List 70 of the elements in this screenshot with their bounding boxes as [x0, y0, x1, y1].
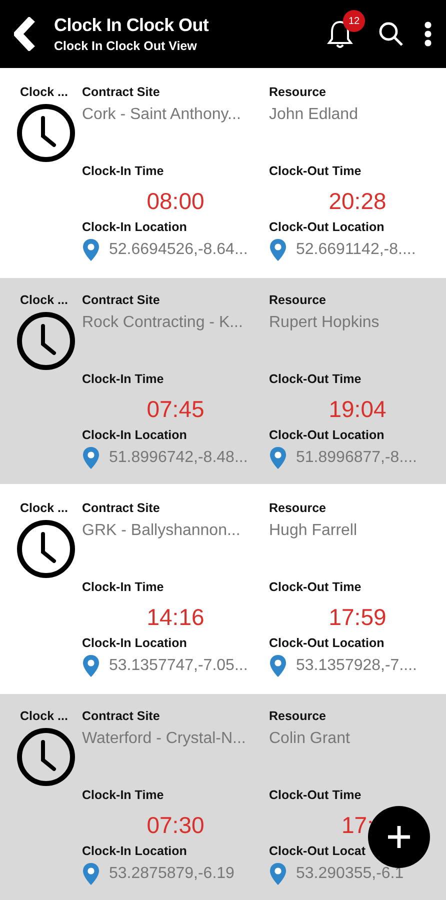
contract-site: Cork - Saint Anthony...: [82, 105, 241, 125]
location-pin-icon: [82, 238, 100, 262]
contract-site: GRK - Ballyshannon...: [82, 521, 240, 541]
clock-in-location: 53.1357747,-7.05...: [109, 656, 248, 676]
screen-title: Clock In Clock Out: [54, 15, 210, 36]
entry-label: Clock ...: [20, 84, 68, 100]
location-pin-icon: [269, 654, 287, 678]
field-label: Clock-Out Location: [269, 427, 384, 443]
field-label: Clock-In Time: [82, 579, 164, 595]
field-label: Contract Site: [82, 708, 160, 724]
field-label: Clock-In Location: [82, 219, 187, 235]
screen-subtitle: Clock In Clock Out View: [54, 39, 198, 53]
field-label: Resource: [269, 500, 326, 516]
field-label: Clock-Out Time: [269, 579, 362, 595]
clock-icon: [16, 103, 76, 163]
field-label: Clock-Out Location: [269, 635, 384, 651]
clock-entry-card[interactable]: Clock ... Contract Site Rock Contracting - K... Clock-In Time 07:45 Clock-In Location 51.8996742,-8.48... Resource Rupert Hopkins Clock-Out Time 19:04 Clock-Out Location 51.8996877,-8....: [0, 278, 446, 484]
location-pin-icon: [269, 446, 287, 470]
location-pin-icon: [82, 654, 100, 678]
field-label: Clock-Out Time: [269, 787, 362, 803]
resource-name: Rupert Hopkins: [269, 313, 380, 333]
field-label: Clock-Out Locat: [269, 843, 366, 859]
field-label: Clock-In Time: [82, 371, 164, 387]
field-label: Clock-In Location: [82, 635, 187, 651]
contract-site: Waterford - Crystal-N...: [82, 729, 246, 749]
field-label: Contract Site: [82, 500, 160, 516]
clock-out-location: 53.290355,-6.1: [296, 864, 404, 884]
clock-icon: [16, 311, 76, 371]
field-label: Clock-In Location: [82, 427, 187, 443]
location-pin-icon: [269, 238, 287, 262]
resource-name: John Edland: [269, 105, 358, 125]
clock-icon: [16, 519, 76, 579]
contract-site: Rock Contracting - K...: [82, 313, 243, 333]
clock-in-location: 51.8996742,-8.48...: [109, 448, 248, 468]
clock-in-time: 08:00: [146, 187, 204, 215]
location-pin-icon: [269, 862, 287, 886]
field-label: Clock-In Time: [82, 163, 164, 179]
location-pin-icon: [82, 446, 100, 470]
search-icon[interactable]: [378, 21, 404, 47]
clock-out-location: 51.8996877,-8....: [296, 448, 417, 468]
resource-name: Colin Grant: [269, 729, 350, 749]
field-label: Clock-Out Time: [269, 163, 362, 179]
clock-out-location: 53.1357928,-7....: [296, 656, 417, 676]
menu-icon[interactable]: [424, 21, 432, 47]
field-label: Resource: [269, 708, 326, 724]
clock-icon: [16, 727, 76, 787]
entry-label: Clock ...: [20, 292, 68, 308]
clock-in-location: 53.2875879,-6.19: [109, 864, 234, 884]
clock-in-time: 07:30: [146, 811, 204, 839]
field-label: Clock-Out Location: [269, 219, 384, 235]
entry-label: Clock ...: [20, 500, 68, 516]
clock-out-time: 19:04: [328, 395, 386, 423]
notification-count: 12: [343, 10, 365, 32]
clock-in-location: 52.6694526,-8.64...: [109, 240, 248, 260]
clock-in-time: 07:45: [146, 395, 204, 423]
field-label: Contract Site: [82, 84, 160, 100]
field-label: Clock-In Location: [82, 843, 187, 859]
clock-out-location: 52.6691142,-8....: [296, 240, 416, 260]
location-pin-icon: [82, 862, 100, 886]
clock-out-time: 17:59: [328, 603, 386, 631]
clock-in-time: 14:16: [146, 603, 204, 631]
plus-icon: [387, 825, 411, 849]
field-label: Clock-Out Time: [269, 371, 362, 387]
field-label: Resource: [269, 292, 326, 308]
field-label: Contract Site: [82, 292, 160, 308]
clock-out-time: 20:28: [328, 187, 386, 215]
field-label: Clock-In Time: [82, 787, 164, 803]
field-label: Resource: [269, 84, 326, 100]
entry-label: Clock ...: [20, 708, 68, 724]
resource-name: Hugh Farrell: [269, 521, 358, 541]
